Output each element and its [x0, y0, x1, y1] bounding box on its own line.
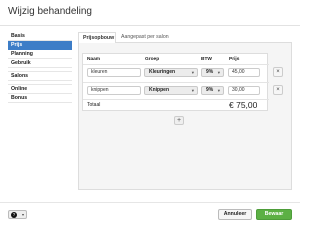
chevron-down-icon: ▾ [21, 212, 24, 217]
table-row-2-btw-select[interactable]: 9% ▾ [201, 86, 224, 95]
tab-prijsopbouw[interactable]: Prijsopbouw [78, 32, 116, 43]
add-row-button[interactable]: + [174, 116, 184, 125]
table-row-2-prijs-input[interactable]: 30,00 [228, 86, 260, 95]
delete-row-2-button[interactable]: × [273, 85, 283, 95]
sidebar-item-bonus[interactable]: Bonus [8, 94, 72, 103]
table-row-1-prijs-input[interactable]: 45,00 [228, 68, 260, 77]
sidebar-item-gebruik[interactable]: Gebruik [8, 59, 72, 68]
btw-value: 9% [206, 87, 214, 93]
delete-row-1-button[interactable]: × [273, 67, 283, 77]
dialog-title: Wijzig behandeling [8, 6, 92, 17]
sidebar: Basis Prijs Planning Gebruik Salons Onli… [8, 32, 72, 103]
table-row-1-groep-select[interactable]: Kleuringen ▾ [144, 68, 198, 77]
sidebar-item-prijs[interactable]: Prijs [8, 41, 72, 50]
table-row-1-btw-select[interactable]: 9% ▾ [201, 68, 224, 77]
sidebar-item-planning[interactable]: Planning [8, 50, 72, 59]
chevron-down-icon: ▾ [191, 70, 194, 75]
close-icon: × [276, 87, 280, 93]
sidebar-item-basis[interactable]: Basis [8, 32, 72, 41]
chevron-down-icon: ▾ [191, 88, 194, 93]
table-row-1-naam-input[interactable]: kleuren [87, 68, 141, 77]
header-divider [0, 25, 300, 26]
total-label: Totaal [87, 102, 101, 108]
price-table: Naam Groep BTW Prijs kleuren Kleuringen … [82, 53, 269, 111]
row-divider [83, 64, 269, 65]
table-row-2-groep-select[interactable]: Knippen ▾ [144, 86, 198, 95]
chevron-down-icon: ▾ [217, 88, 220, 93]
column-header-naam: Naam [87, 57, 101, 62]
cancel-button[interactable]: Annuleer [218, 209, 252, 220]
close-icon: × [276, 69, 280, 75]
plus-icon: + [176, 117, 182, 124]
column-header-btw: BTW [201, 57, 212, 62]
column-header-groep: Groep [145, 57, 160, 62]
sidebar-item-salons[interactable]: Salons [8, 72, 72, 81]
footer-divider [0, 202, 300, 203]
total-value: € 75,00 [229, 100, 258, 110]
chevron-down-icon: ▾ [217, 70, 220, 75]
table-row-2-naam-input[interactable]: knippen [87, 86, 141, 95]
row-divider [83, 82, 269, 83]
btw-value: 9% [206, 69, 214, 75]
sidebar-item-online[interactable]: Online [8, 85, 72, 94]
groep-value: Kleuringen [149, 69, 176, 75]
help-dropdown-button[interactable]: ? ▾ [8, 210, 27, 219]
save-button[interactable]: Bewaar [256, 209, 292, 220]
help-icon: ? [11, 212, 17, 218]
column-header-prijs: Prijs [229, 57, 240, 62]
groep-value: Knippen [149, 87, 169, 93]
